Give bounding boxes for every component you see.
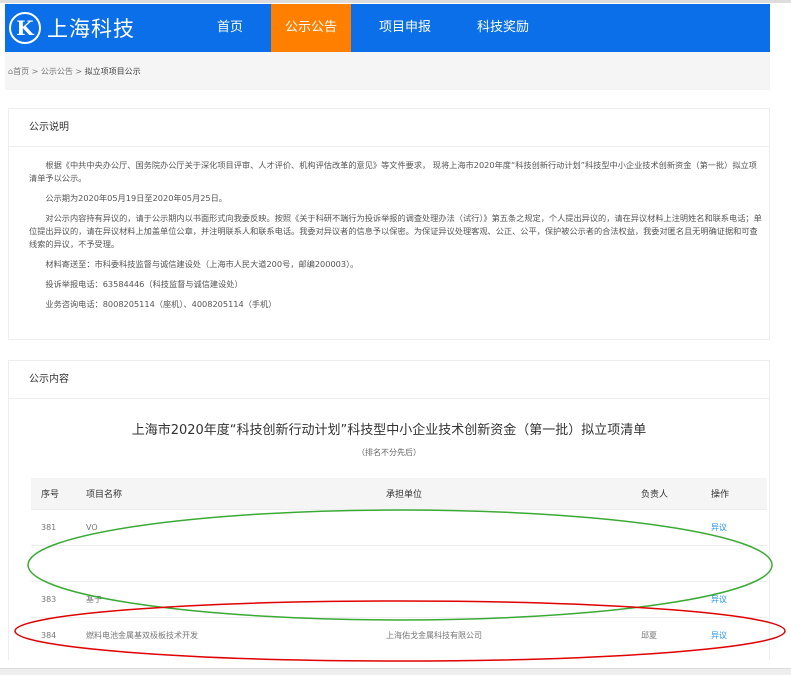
logo-text: 上海科技 [47, 17, 135, 41]
content-title: 公示内容 [9, 361, 769, 399]
table-header: 序号 项目名称 承担单位 负责人 操作 [31, 478, 767, 509]
col-org: 承担单位 [386, 478, 641, 509]
row-name: 燃料电池金属基双极板技术开发 [86, 616, 386, 653]
nav-item-awards[interactable]: 科技奖励 [459, 4, 547, 52]
objection-link[interactable] [711, 544, 767, 581]
row-no: 383 [31, 580, 86, 617]
row-owner [641, 544, 711, 581]
table-row: 384 燃料电池金属基双极板技术开发 上海佑戈金属科技有限公司 邱夏 异议 [31, 616, 767, 653]
notice-paragraph: 公示期为2020年05月19日至2020年05月25日。 [45, 193, 227, 203]
window-top-edge [0, 0, 791, 3]
row-owner [641, 508, 711, 545]
nav-item-home[interactable]: 首页 [199, 4, 261, 52]
nav-item-announcements[interactable]: 公示公告 [271, 4, 352, 52]
row-org [386, 544, 641, 581]
objection-link[interactable]: 异议 [711, 616, 767, 653]
breadcrumb-home[interactable]: 首页 [13, 67, 29, 76]
notice-paragraph: 业务咨询电话：8008205114（座机）、4008205114（手机） [45, 299, 277, 309]
col-no: 序号 [31, 478, 86, 509]
row-name: VO [86, 508, 386, 545]
breadcrumb-announcements[interactable]: 公示公告 [41, 67, 73, 76]
site-logo[interactable]: K 上海科技 [9, 12, 229, 44]
objection-link[interactable]: 异议 [711, 580, 767, 617]
logo-k-icon: K [9, 12, 41, 44]
notice-paragraph: 材料寄送至：市科委科技监督与诚信建设处（上海市人民大道200号，邮编200003… [45, 259, 359, 269]
row-no: 384 [31, 616, 86, 653]
nav-item-project-apply[interactable]: 项目申报 [361, 4, 449, 52]
col-action: 操作 [711, 478, 767, 509]
bottom-edge [0, 668, 791, 675]
top-nav: K 上海科技 首页 公示公告 项目申报 科技奖励 [5, 4, 770, 52]
breadcrumb-separator: > [31, 67, 39, 76]
row-no: 381 [31, 508, 86, 545]
notice-card: 公示说明 根据《中共中央办公厅、国务院办公厅关于深化项目评审、人才评价、机构评估… [8, 108, 770, 340]
notice-paragraph: 对公示内容持有异议的，请于公示期内以书面形式向我委反映。按照《关于科研不端行为投… [29, 213, 762, 249]
list-title: 上海市2020年度“科技创新行动计划”科技型中小企业技术创新资金（第一批）拟立项… [131, 423, 647, 438]
row-name: 基于 [86, 580, 386, 617]
table-row: 383 基于 异议 [31, 580, 767, 617]
table-row: 381 VO 异议 [31, 508, 767, 545]
col-owner: 负责人 [641, 478, 711, 509]
row-org [386, 508, 641, 545]
project-table: 序号 项目名称 承担单位 负责人 操作 381 VO 异议 383 基于 异议 … [31, 478, 767, 653]
objection-link[interactable]: 异议 [711, 508, 767, 545]
row-owner: 邱夏 [641, 616, 711, 653]
content-card: 公示内容 上海市2020年度“科技创新行动计划”科技型中小企业技术创新资金（第一… [8, 360, 770, 660]
breadcrumb-current: 拟立项项目公示 [84, 67, 141, 76]
row-org: 上海佑戈金属科技有限公司 [386, 616, 641, 653]
notice-paragraph: 根据《中共中央办公厅、国务院办公厅关于深化项目评审、人才评价、机构评估改革的意见… [29, 160, 757, 183]
row-no [31, 544, 86, 581]
notice-paragraph: 投诉举报电话：63584446（科技监督与诚信建设处） [45, 279, 243, 289]
list-subtitle: （排名不分先后） [357, 448, 421, 457]
table-row [31, 544, 767, 581]
breadcrumb: ⌂首页 > 公示公告 > 拟立项项目公示 [5, 52, 770, 90]
breadcrumb-separator: > [75, 67, 83, 76]
row-owner [641, 580, 711, 617]
col-name: 项目名称 [86, 478, 386, 509]
notice-title: 公示说明 [9, 109, 769, 147]
row-org [386, 580, 641, 617]
row-name [86, 544, 386, 581]
